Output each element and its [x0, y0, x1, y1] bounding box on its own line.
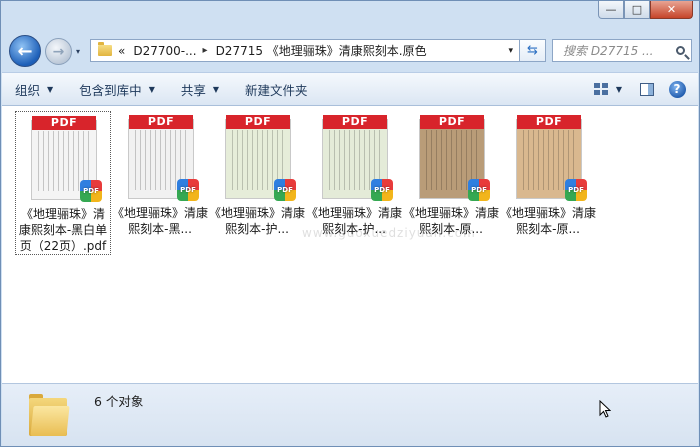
breadcrumb-overflow[interactable]: « — [118, 44, 125, 58]
pdf-thumbnail: PDF PDF — [125, 115, 199, 201]
pdf-thumbnail: PDF PDF — [28, 116, 102, 202]
forward-button[interactable]: → — [45, 38, 72, 65]
breadcrumb-item-current[interactable]: D27715 《地理骊珠》清康熙刻本.原色 — [216, 42, 427, 59]
chevron-right-icon[interactable]: ▸ — [203, 45, 208, 56]
dropdown-arrow-icon: ▼ — [148, 84, 155, 94]
file-name: 《地理骊珠》清康熙刻本-原... — [500, 206, 596, 236]
command-bar-right: ▼ ? — [584, 78, 698, 100]
pdf-banner: PDF — [517, 115, 581, 129]
organize-menu[interactable]: 组织 ▼ — [2, 73, 66, 105]
preview-pane-button[interactable] — [634, 78, 660, 100]
item-count: 6 个对象 — [94, 394, 144, 409]
file-name: 《地理骊珠》清康熙刻本-黑... — [112, 206, 208, 236]
file-item[interactable]: PDF PDF 《地理骊珠》清康熙刻本-护... — [306, 111, 402, 237]
file-item[interactable]: PDF PDF 《地理骊珠》清康熙刻本-原... — [403, 111, 499, 237]
dropdown-arrow-icon: ▼ — [47, 84, 54, 94]
pdf-app-icon: PDF — [177, 179, 199, 201]
pdf-banner: PDF — [32, 116, 96, 130]
file-name: 《地理骊珠》清康熙刻本-护... — [306, 206, 402, 236]
new-folder-button[interactable]: 新建文件夹 — [232, 73, 321, 105]
pdf-app-icon: PDF — [80, 180, 102, 202]
caption-buttons: — □ ✕ — [598, 1, 693, 19]
share-menu[interactable]: 共享 ▼ — [168, 73, 232, 105]
file-item[interactable]: PDF PDF 《地理骊珠》清康熙刻本-黑白单页（22页）.pdf — [15, 111, 111, 255]
pdf-thumbnail: PDF PDF — [513, 115, 587, 201]
change-view-button[interactable] — [588, 78, 614, 100]
pdf-app-icon: PDF — [468, 179, 490, 201]
maximize-button[interactable]: □ — [624, 1, 650, 19]
pdf-thumbnail: PDF PDF — [222, 115, 296, 201]
file-list[interactable]: www.guoxuedziyuan.com PDF PDF 《地理骊珠》清康熙刻本-… — [2, 106, 698, 383]
include-in-library-label: 包含到库中 — [79, 82, 142, 98]
back-arrow-icon: ← — [17, 40, 33, 62]
file-name: 《地理骊珠》清康熙刻本-黑白单页（22页）.pdf — [18, 207, 108, 253]
pdf-app-icon: PDF — [565, 179, 587, 201]
help-button[interactable]: ? — [664, 78, 690, 100]
address-dropdown-icon[interactable]: ▾ — [508, 46, 513, 56]
recent-locations-button[interactable]: ▾ — [76, 47, 80, 56]
search-icon[interactable] — [676, 46, 685, 55]
view-grid-icon — [593, 82, 608, 96]
breadcrumb-item-parent[interactable]: D27700-... — [133, 44, 196, 58]
title-bar: — □ ✕ — [1, 1, 699, 31]
command-bar: 组织 ▼ 包含到库中 ▼ 共享 ▼ 新建文件夹 ▼ ? — [2, 72, 698, 106]
pdf-thumbnail: PDF PDF — [416, 115, 490, 201]
pdf-banner: PDF — [226, 115, 290, 129]
details-pane: 6 个对象 — [2, 383, 698, 446]
pdf-app-icon: PDF — [371, 179, 393, 201]
pdf-app-icon: PDF — [274, 179, 296, 201]
minimize-button[interactable]: — — [598, 1, 624, 19]
dropdown-arrow-icon: ▼ — [212, 84, 220, 94]
file-item[interactable]: PDF PDF 《地理骊珠》清康熙刻本-护... — [209, 111, 305, 237]
new-folder-label: 新建文件夹 — [245, 82, 308, 98]
navigation-row: ← → ▾ « D27700-... ▸ D27715 《地理骊珠》清康熙刻本.… — [1, 35, 699, 69]
view-options-dropdown-icon[interactable]: ▼ — [616, 85, 622, 94]
preview-pane-icon — [640, 82, 654, 96]
folder-icon — [98, 42, 112, 56]
organize-label: 组织 — [15, 82, 41, 98]
search-input[interactable]: 搜索 D27715 ... — [563, 42, 654, 59]
share-label: 共享 — [180, 82, 206, 98]
pdf-thumbnail: PDF PDF — [319, 115, 393, 201]
file-item[interactable]: PDF PDF 《地理骊珠》清康熙刻本-黑... — [112, 111, 208, 237]
forward-arrow-icon: → — [52, 43, 65, 60]
folder-icon — [29, 392, 70, 438]
file-name: 《地理骊珠》清康熙刻本-护... — [209, 206, 305, 236]
refresh-button[interactable]: ⇆ — [520, 39, 546, 62]
file-item[interactable]: PDF PDF 《地理骊珠》清康熙刻本-原... — [500, 111, 596, 237]
include-in-library-menu[interactable]: 包含到库中 ▼ — [66, 73, 168, 105]
refresh-icon: ⇆ — [527, 43, 538, 58]
back-button[interactable]: ← — [9, 35, 41, 67]
address-bar[interactable]: « D27700-... ▸ D27715 《地理骊珠》清康熙刻本.原色 ▾ — [90, 39, 520, 62]
help-icon: ? — [668, 80, 686, 98]
mouse-cursor-icon — [599, 400, 611, 418]
pdf-banner: PDF — [420, 115, 484, 129]
close-button[interactable]: ✕ — [650, 1, 693, 19]
file-name: 《地理骊珠》清康熙刻本-原... — [403, 206, 499, 236]
explorer-window: — □ ✕ ← → ▾ « D27700-... ▸ D27715 《地理骊珠》… — [0, 0, 700, 447]
search-box[interactable]: 搜索 D27715 ... — [552, 39, 692, 62]
pdf-banner: PDF — [129, 115, 193, 129]
pdf-banner: PDF — [323, 115, 387, 129]
